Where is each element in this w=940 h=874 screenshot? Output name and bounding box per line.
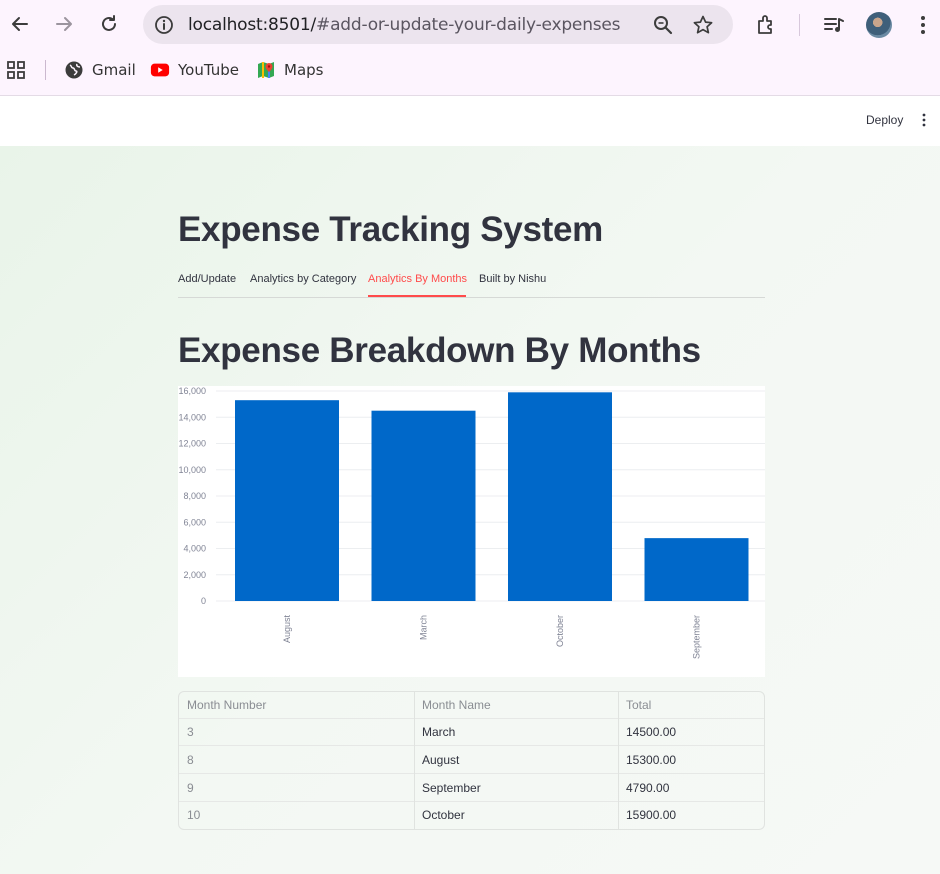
globe-icon: [65, 61, 83, 79]
x-tick-label: August: [282, 615, 292, 644]
forward-button[interactable]: [48, 8, 80, 40]
table-row[interactable]: 10 October 15900.00: [179, 802, 764, 829]
bar-october: [508, 392, 612, 601]
arrow-left-icon: [12, 17, 28, 31]
maps-icon: [258, 62, 274, 78]
cell-month-number: 8: [187, 753, 194, 767]
cell-month-number: 10: [187, 808, 201, 822]
app-header: Deploy: [0, 97, 940, 146]
url-text[interactable]: localhost:8501/#add-or-update-your-daily…: [188, 15, 621, 35]
toolbar-divider: [799, 14, 800, 36]
tab-built-by[interactable]: Built by Nishu: [479, 273, 546, 285]
tab-analytics-by-category[interactable]: Analytics by Category: [250, 273, 356, 285]
extensions-icon[interactable]: [755, 13, 779, 37]
cell-month-name: August: [422, 753, 460, 767]
tab-analytics-by-months[interactable]: Analytics By Months: [368, 273, 467, 285]
y-tick-label: 12,000: [178, 439, 206, 449]
cell-month-number: 9: [187, 781, 194, 795]
bookmarks-bar: Gmail YouTube Maps: [0, 54, 940, 86]
cell-total: 15900.00: [626, 808, 677, 822]
bookmark-star-icon[interactable]: [692, 14, 714, 36]
bar-august: [235, 400, 339, 601]
bookmark-label: YouTube: [178, 61, 239, 79]
site-info-icon[interactable]: [154, 15, 174, 35]
zoom-icon[interactable]: [652, 14, 674, 36]
y-tick-label: 0: [201, 596, 206, 606]
x-tick-label: October: [555, 615, 565, 647]
cell-total: 15300.00: [626, 753, 677, 767]
bookmark-label: Maps: [284, 61, 324, 79]
cell-month-name: September: [422, 781, 481, 795]
column-divider: [414, 692, 415, 829]
y-tick-label: 6,000: [183, 517, 206, 527]
browser-menu-icon[interactable]: [914, 13, 932, 37]
bookmark-label: Gmail: [92, 61, 136, 79]
x-tick-label: September: [692, 615, 702, 659]
profile-avatar[interactable]: [866, 12, 892, 38]
app-menu-icon[interactable]: [919, 112, 929, 128]
cell-month-name: March: [422, 725, 456, 739]
reload-button[interactable]: [93, 8, 125, 40]
arrow-right-icon: [56, 17, 72, 31]
active-tab-indicator: [368, 295, 466, 297]
url-path: #add-or-update-your-daily-expenses: [316, 15, 621, 35]
column-divider: [618, 692, 619, 829]
bookmark-maps[interactable]: Maps: [256, 58, 323, 82]
address-bar[interactable]: localhost:8501/#add-or-update-your-daily…: [143, 5, 733, 44]
y-tick-label: 8,000: [183, 491, 206, 501]
monthly-totals-table[interactable]: Month Number Month Name Total 3 March 14…: [178, 691, 765, 830]
deploy-button[interactable]: Deploy: [866, 113, 903, 127]
y-tick-label: 2,000: [183, 570, 206, 580]
url-host: localhost:8501/: [188, 15, 317, 35]
y-tick-label: 4,000: [183, 544, 206, 554]
browser-toolbar: localhost:8501/#add-or-update-your-daily…: [0, 0, 940, 50]
bookmarks-divider: [45, 60, 46, 80]
table-row[interactable]: 3 March 14500.00: [179, 719, 764, 746]
main-content: Expense Tracking System Add/Update Analy…: [0, 146, 940, 874]
table-header-row: Month Number Month Name Total: [179, 692, 764, 719]
x-tick-label: March: [419, 615, 429, 640]
bookmark-gmail[interactable]: Gmail: [64, 58, 136, 82]
browser-chrome: localhost:8501/#add-or-update-your-daily…: [0, 0, 940, 96]
table-row[interactable]: 9 September 4790.00: [179, 775, 764, 802]
cell-total: 4790.00: [626, 781, 670, 795]
column-header-month-name[interactable]: Month Name: [414, 692, 491, 719]
y-tick-label: 10,000: [178, 465, 206, 475]
column-header-month-number[interactable]: Month Number: [179, 692, 266, 719]
bar-september: [644, 538, 749, 601]
youtube-icon: [150, 63, 170, 77]
cell-month-name: October: [422, 808, 465, 822]
cell-month-number: 3: [187, 725, 194, 739]
bar-march: [371, 410, 476, 601]
column-header-total[interactable]: Total: [618, 692, 651, 719]
page-title: Expense Tracking System: [178, 210, 603, 249]
tab-add-update[interactable]: Add/Update: [178, 273, 236, 285]
y-tick-label: 16,000: [178, 386, 206, 396]
bar-chart[interactable]: 16,000 14,000 12,000 10,000 8,000 6,000 4,000 2…: [178, 386, 765, 677]
tab-bar: Add/Update Analytics by Category Analyti…: [178, 268, 765, 298]
back-button[interactable]: [4, 8, 36, 40]
reload-icon: [102, 15, 116, 31]
section-title: Expense Breakdown By Months: [178, 331, 701, 370]
bookmark-youtube[interactable]: YouTube: [150, 58, 239, 82]
cell-total: 14500.00: [626, 725, 677, 739]
media-controls-icon[interactable]: [822, 13, 846, 37]
bar-chart-svg: 16,000 14,000 12,000 10,000 8,000 6,000 4,000 2…: [178, 386, 765, 659]
apps-grid-icon[interactable]: [6, 60, 26, 80]
y-tick-label: 14,000: [178, 412, 206, 422]
table-row[interactable]: 8 August 15300.00: [179, 747, 764, 774]
